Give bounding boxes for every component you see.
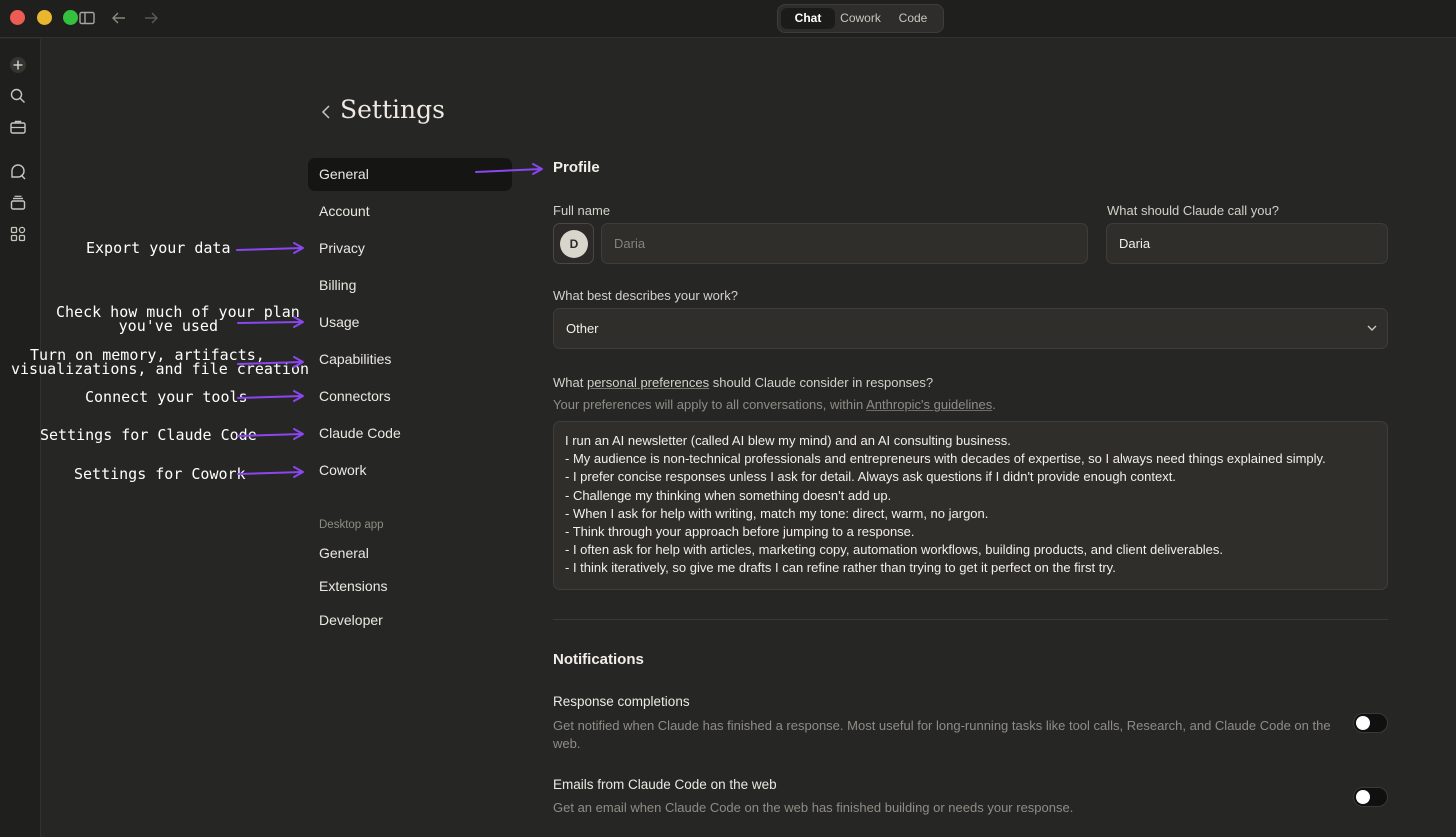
nav-item-claude-code[interactable]: Claude Code bbox=[308, 417, 512, 450]
guidelines-link[interactable]: Anthropic's guidelines bbox=[866, 397, 992, 412]
nav-item-capabilities[interactable]: Capabilities bbox=[308, 343, 512, 376]
plus-icon[interactable] bbox=[9, 56, 27, 74]
annotation-usage: Check how much of your plan you've used bbox=[56, 303, 300, 335]
chat-search-icon[interactable] bbox=[9, 163, 27, 181]
work-label: What best describes your work? bbox=[553, 288, 738, 303]
nav-item-usage[interactable]: Usage bbox=[308, 306, 512, 339]
preference-line: - Think through your approach before jum… bbox=[565, 524, 915, 540]
annotation-capabilities: Turn on memory, artifacts, visualization… bbox=[11, 346, 310, 378]
apps-icon[interactable] bbox=[9, 225, 27, 243]
profile-heading: Profile bbox=[553, 159, 600, 176]
page-title: Settings bbox=[340, 95, 445, 124]
arrow-to-connectors bbox=[237, 395, 303, 399]
toggle-knob bbox=[1356, 790, 1370, 804]
preferences-label: What personal preferences should Claude … bbox=[553, 375, 934, 390]
arrow-to-cowork bbox=[237, 471, 303, 475]
avatar: D bbox=[560, 230, 588, 258]
chevron-down-icon bbox=[1367, 325, 1377, 331]
nav-item-developer[interactable]: Developer bbox=[308, 604, 512, 637]
annotation-privacy: Export your data bbox=[86, 239, 231, 257]
chevron-left-icon[interactable] bbox=[318, 102, 334, 122]
zoom-window-button[interactable] bbox=[63, 10, 78, 25]
sidebar-toggle-icon[interactable] bbox=[78, 9, 96, 27]
work-select-value: Other bbox=[566, 321, 599, 336]
personal-preferences-link[interactable]: personal preferences bbox=[587, 375, 709, 390]
notif-emails-title: Emails from Claude Code on the web bbox=[553, 777, 777, 792]
toggle-emails[interactable] bbox=[1353, 787, 1388, 807]
toggle-response-completions[interactable] bbox=[1353, 713, 1388, 733]
preference-line: - When I ask for help with writing, matc… bbox=[565, 505, 989, 521]
avatar-box[interactable]: D bbox=[553, 223, 594, 264]
full-name-label: Full name bbox=[553, 203, 611, 218]
minimize-window-button[interactable] bbox=[37, 10, 52, 25]
arrow-right-icon[interactable] bbox=[142, 9, 160, 27]
preference-line: - My audience is non-technical professio… bbox=[565, 451, 1326, 467]
preference-line: - I often ask for help with articles, ma… bbox=[565, 542, 1224, 558]
title-bar: Chat Cowork Code bbox=[0, 0, 1456, 38]
mode-tab-chat[interactable]: Chat bbox=[781, 8, 835, 29]
mode-switcher: Chat Cowork Code bbox=[777, 4, 944, 33]
annotation-arrows bbox=[236, 163, 543, 478]
preferences-textarea[interactable]: I run an AI newsletter (called AI blew m… bbox=[553, 421, 1388, 590]
notif-response-completions-desc: Get notified when Claude has finished a … bbox=[553, 718, 1331, 751]
nav-item-connectors[interactable]: Connectors bbox=[308, 380, 512, 413]
desktop-app-section-label: Desktop app bbox=[319, 519, 384, 531]
full-name-input[interactable]: Daria bbox=[601, 223, 1088, 264]
nav-item-privacy[interactable]: Privacy bbox=[308, 232, 512, 265]
preference-line: - Challenge my thinking when something d… bbox=[565, 487, 892, 503]
left-rail bbox=[0, 39, 41, 837]
notif-emails-desc: Get an email when Claude Code on the web… bbox=[553, 800, 1074, 815]
preferences-subtext: Your preferences will apply to all conve… bbox=[553, 397, 996, 412]
briefcase-icon[interactable] bbox=[9, 118, 27, 136]
work-select[interactable]: Other bbox=[553, 308, 1388, 349]
nav-item-account[interactable]: Account bbox=[308, 195, 512, 228]
mode-tab-code[interactable]: Code bbox=[889, 8, 937, 29]
call-you-input[interactable]: Daria bbox=[1106, 223, 1388, 264]
nav-item-general[interactable]: General bbox=[308, 158, 512, 191]
nav-item-cowork[interactable]: Cowork bbox=[308, 454, 512, 487]
nav-item-desktop-general[interactable]: General bbox=[308, 537, 512, 570]
toggle-knob bbox=[1356, 716, 1370, 730]
preference-line: - I think iteratively, so give me drafts… bbox=[565, 560, 1116, 576]
arrow-to-privacy bbox=[236, 247, 303, 251]
arrow-left-icon[interactable] bbox=[110, 9, 128, 27]
annotation-claude-code: Settings for Claude Code bbox=[40, 426, 257, 444]
section-divider bbox=[553, 619, 1388, 620]
mode-tab-cowork[interactable]: Cowork bbox=[837, 8, 884, 29]
preference-line: - I prefer concise responses unless I as… bbox=[565, 469, 1176, 485]
stack-icon[interactable] bbox=[9, 194, 27, 212]
close-window-button[interactable] bbox=[10, 10, 25, 25]
notifications-heading: Notifications bbox=[553, 651, 644, 668]
notif-response-completions-title: Response completions bbox=[553, 694, 690, 709]
nav-item-billing[interactable]: Billing bbox=[308, 269, 512, 302]
annotation-cowork: Settings for Cowork bbox=[74, 465, 246, 483]
annotation-connectors: Connect your tools bbox=[85, 388, 248, 406]
call-you-label: What should Claude call you? bbox=[1107, 203, 1279, 218]
nav-item-extensions[interactable]: Extensions bbox=[308, 570, 512, 603]
search-icon[interactable] bbox=[9, 87, 27, 105]
preference-line: I run an AI newsletter (called AI blew m… bbox=[565, 433, 1011, 448]
